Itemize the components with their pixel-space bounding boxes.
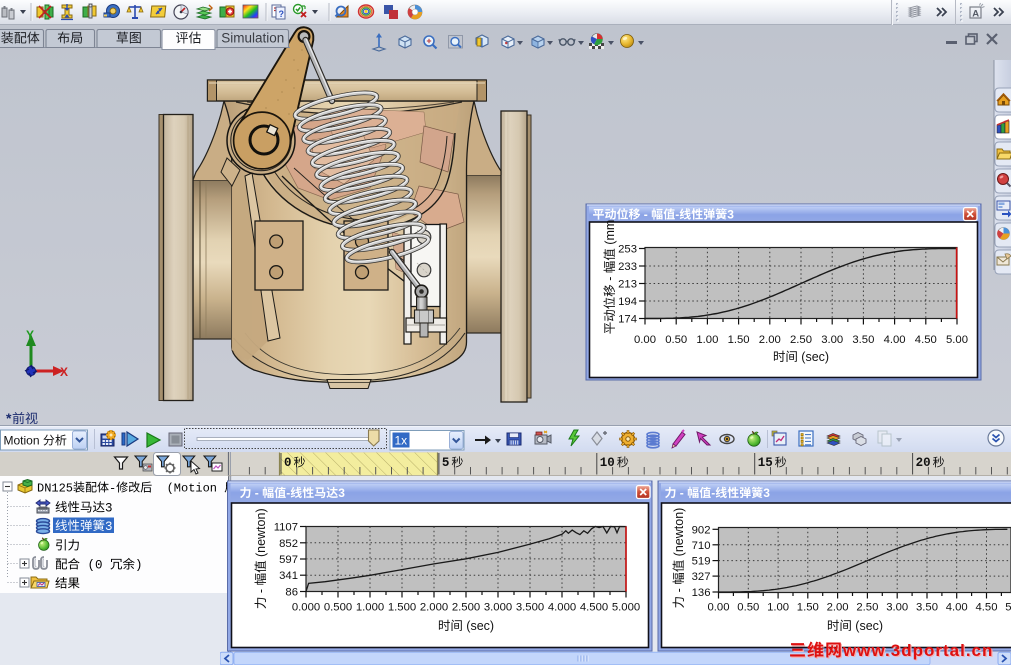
svg-text:3.50: 3.50	[916, 602, 938, 614]
svg-text:253: 253	[618, 244, 637, 256]
svg-text:(0: (0	[88, 559, 103, 573]
svg-text:3.000: 3.000	[484, 602, 512, 614]
svg-text:(newton): (newton)	[672, 508, 686, 557]
svg-text:-: -	[672, 588, 686, 592]
svg-text:597: 597	[279, 554, 298, 566]
svg-text:1.50: 1.50	[797, 602, 819, 614]
svg-text:3.00: 3.00	[886, 602, 908, 614]
svg-text:5.00: 5.00	[946, 334, 968, 346]
svg-text:(sec): (sec)	[801, 350, 829, 364]
svg-text:(Motion: (Motion	[167, 482, 217, 496]
svg-text:174: 174	[618, 314, 637, 326]
svg-text:327: 327	[692, 571, 711, 583]
svg-text:(mm: (mm	[603, 220, 617, 245]
svg-text:902: 902	[692, 524, 711, 536]
svg-text:3: 3	[727, 208, 734, 222]
svg-text:0.500: 0.500	[324, 602, 352, 614]
svg-text:3: 3	[105, 502, 113, 516]
svg-text:710: 710	[692, 540, 711, 552]
svg-text:1.50: 1.50	[728, 334, 750, 346]
svg-text:5.00: 5.00	[1005, 602, 1011, 614]
svg-text:1x: 1x	[395, 434, 408, 448]
svg-text:-: -	[109, 482, 116, 496]
svg-text:4.50: 4.50	[976, 602, 998, 614]
svg-text:-: -	[255, 486, 259, 500]
svg-text:A: A	[972, 9, 979, 20]
svg-text:(sec): (sec)	[466, 619, 494, 633]
svg-text:2.500: 2.500	[452, 602, 480, 614]
svg-text:-: -	[680, 486, 684, 500]
svg-text:341: 341	[279, 570, 298, 582]
svg-text:0.000: 0.000	[292, 602, 320, 614]
svg-text:5: 5	[442, 456, 450, 470]
svg-text:3: 3	[338, 486, 345, 500]
svg-text:0: 0	[284, 456, 292, 470]
svg-text:1.00: 1.00	[767, 602, 789, 614]
svg-text:-: -	[711, 486, 715, 500]
svg-text:(newton): (newton)	[254, 508, 268, 557]
svg-text:3: 3	[763, 486, 770, 500]
svg-text:3.00: 3.00	[821, 334, 843, 346]
svg-text:0.50: 0.50	[665, 334, 687, 346]
svg-text:519: 519	[692, 556, 711, 568]
svg-text:194: 194	[618, 296, 637, 308]
svg-text:2.000: 2.000	[420, 602, 448, 614]
svg-text:-: -	[603, 277, 617, 281]
svg-text:86: 86	[285, 587, 298, 599]
svg-text:Simulation: Simulation	[221, 31, 284, 46]
svg-text:4.500: 4.500	[580, 602, 608, 614]
svg-text:4.50: 4.50	[915, 334, 937, 346]
svg-text:1.000: 1.000	[356, 602, 384, 614]
svg-text:): )	[135, 559, 143, 573]
svg-text:0.00: 0.00	[634, 334, 656, 346]
svg-text:Motion: Motion	[4, 434, 40, 448]
svg-text:-: -	[644, 208, 648, 222]
svg-text:0.50: 0.50	[737, 602, 759, 614]
svg-text:0.00: 0.00	[708, 602, 730, 614]
svg-text:213: 213	[618, 279, 637, 291]
svg-text:4.00: 4.00	[884, 334, 906, 346]
svg-text:2.50: 2.50	[790, 334, 812, 346]
svg-text:3.500: 3.500	[516, 602, 544, 614]
svg-text:1.00: 1.00	[696, 334, 718, 346]
svg-text:X: X	[60, 365, 68, 379]
svg-text:852: 852	[279, 538, 298, 550]
svg-text:(sec): (sec)	[855, 619, 883, 633]
svg-text:Y: Y	[26, 328, 34, 342]
svg-text:4.00: 4.00	[946, 602, 968, 614]
svg-text:5.000: 5.000	[612, 602, 640, 614]
svg-text:3.50: 3.50	[852, 334, 874, 346]
svg-text:1.500: 1.500	[388, 602, 416, 614]
svg-text:*: *	[6, 410, 12, 426]
svg-text:3: 3	[105, 520, 113, 534]
svg-text:-: -	[675, 208, 679, 222]
svg-text:?: ?	[279, 9, 285, 19]
svg-text:2.00: 2.00	[759, 334, 781, 346]
svg-text:4.000: 4.000	[548, 602, 576, 614]
svg-text:2.50: 2.50	[856, 602, 878, 614]
svg-text:233: 233	[618, 261, 637, 273]
svg-text:www.3dportal.cn: www.3dportal.cn	[842, 641, 993, 660]
svg-text:-: -	[286, 486, 290, 500]
svg-text:DN125: DN125	[37, 482, 73, 496]
svg-text:-: -	[254, 589, 268, 593]
svg-text:2.00: 2.00	[827, 602, 849, 614]
svg-text:1107: 1107	[274, 522, 298, 534]
svg-text:136: 136	[692, 587, 711, 599]
